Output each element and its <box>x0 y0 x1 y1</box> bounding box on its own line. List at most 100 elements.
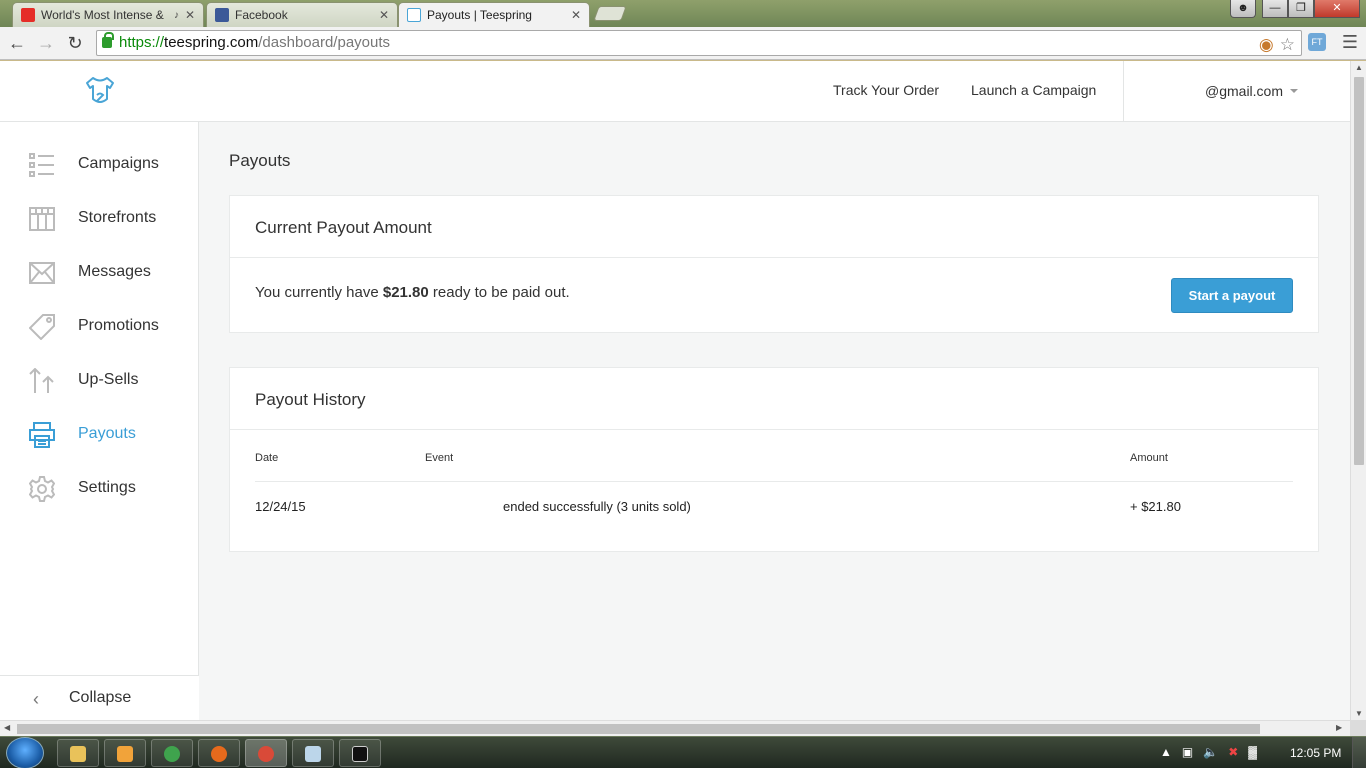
card-title: Payout History <box>255 390 366 409</box>
start-payout-button[interactable]: Start a payout <box>1171 278 1293 313</box>
volume-icon[interactable]: 🔈 <box>1203 745 1218 759</box>
sidebar: Campaigns Storefronts Messages Promotion… <box>0 122 199 720</box>
restore-button[interactable]: ❐ <box>1288 0 1314 18</box>
reload-icon[interactable]: ↻ <box>65 33 85 53</box>
chevron-left-icon: ‹ <box>33 689 39 709</box>
taskbar: ▲ ▣ 🔈 ✖ ▓ 12:05 PM <box>0 736 1366 768</box>
scroll-down-icon[interactable]: ▼ <box>1351 709 1366 718</box>
payout-history-card: Payout History Date Event Amount 12/24/1… <box>229 367 1319 552</box>
horizontal-scrollbar[interactable]: ◀ ▶ <box>0 720 1350 736</box>
extension-icon[interactable]: FT <box>1308 33 1326 51</box>
browser-menu-icon[interactable]: ☰ <box>1341 32 1359 53</box>
scroll-right-icon[interactable]: ▶ <box>1336 723 1342 732</box>
forward-icon[interactable]: → <box>36 33 56 53</box>
scrollbar-thumb[interactable] <box>17 724 1260 734</box>
payout-history-table: Date Event Amount 12/24/15 ended success… <box>230 430 1318 550</box>
taskbar-firefox[interactable] <box>198 739 240 767</box>
current-payout-card: Current Payout Amount You currently have… <box>229 195 1319 333</box>
show-desktop-button[interactable] <box>1352 737 1366 768</box>
browser-tab-facebook[interactable]: Facebook ✕ <box>206 2 398 27</box>
payout-text-after: ready to be paid out. <box>428 284 570 301</box>
user-icon[interactable]: ☻ <box>1230 0 1256 18</box>
sidebar-item-label: Messages <box>78 263 151 280</box>
close-tab-icon[interactable]: ✕ <box>183 8 197 22</box>
command-prompt-icon <box>352 746 368 762</box>
scroll-up-icon[interactable]: ▲ <box>1351 63 1366 72</box>
sidebar-item-label: Payouts <box>78 425 136 442</box>
taskbar-chrome[interactable] <box>151 739 193 767</box>
taskbar-cmd[interactable] <box>339 739 381 767</box>
sidebar-item-label: Campaigns <box>78 155 159 172</box>
payout-summary: You currently have $21.80 ready to be pa… <box>255 284 570 301</box>
taskbar-explorer[interactable] <box>57 739 99 767</box>
start-button[interactable] <box>6 737 44 768</box>
sidebar-item-campaigns[interactable]: Campaigns <box>0 144 198 184</box>
window-controls: ☻ — ❐ ✕ <box>1230 0 1360 18</box>
row-event: ended successfully (3 units sold) <box>503 499 691 514</box>
payout-amount: $21.80 <box>382 284 429 301</box>
chevron-down-icon[interactable] <box>1290 89 1298 93</box>
close-tab-icon[interactable]: ✕ <box>569 8 583 22</box>
row-amount: + $21.80 <box>1130 499 1181 514</box>
taskbar-chrome-active[interactable] <box>245 739 287 767</box>
tab-title: Facebook <box>235 8 288 22</box>
taskbar-clock[interactable]: 12:05 PM <box>1290 746 1341 760</box>
minimize-button[interactable]: — <box>1262 0 1288 18</box>
sidebar-item-upsells[interactable]: Up-Sells <box>0 360 198 400</box>
browser-toolbar: ← → ↻ https://teespring.com/dashboard/pa… <box>0 27 1366 60</box>
sidebar-item-storefronts[interactable]: Storefronts <box>0 198 198 238</box>
close-window-button[interactable]: ✕ <box>1314 0 1360 18</box>
taskbar-notepad[interactable] <box>292 739 334 767</box>
launch-campaign-link[interactable]: Launch a Campaign <box>971 82 1096 98</box>
track-order-link[interactable]: Track Your Order <box>833 82 939 98</box>
teespring-logo-icon[interactable] <box>84 75 116 109</box>
url-scheme: https:// <box>119 34 165 51</box>
taskbar-media-player[interactable] <box>104 739 146 767</box>
back-icon[interactable]: ← <box>7 33 27 53</box>
payouts-icon <box>29 422 55 448</box>
card-header: Payout History <box>230 368 1318 430</box>
sidebar-item-label: Storefronts <box>78 209 157 226</box>
tray-expand-icon[interactable]: ▲ <box>1160 745 1172 759</box>
tab-title: World's Most Intense & <box>41 8 164 22</box>
card-header: Current Payout Amount <box>230 196 1318 258</box>
vertical-scrollbar[interactable]: ▲ ▼ <box>1350 61 1366 720</box>
storefront-icon <box>29 207 55 231</box>
current-payout-body: You currently have $21.80 ready to be pa… <box>230 258 1318 333</box>
media-player-icon <box>117 746 133 762</box>
column-header-amount: Amount <box>1130 452 1168 464</box>
chrome-icon <box>258 746 274 762</box>
close-tab-icon[interactable]: ✕ <box>377 8 391 22</box>
new-tab-button[interactable] <box>593 6 627 21</box>
chrome-icon <box>164 746 180 762</box>
sidebar-item-promotions[interactable]: Promotions <box>0 306 198 346</box>
payout-text-before: You currently have <box>255 284 383 301</box>
collapse-button[interactable]: ‹ Collapse <box>0 675 199 720</box>
envelope-icon <box>29 262 55 284</box>
network-error-icon[interactable]: ✖ <box>1228 745 1238 759</box>
signal-icon[interactable]: ▓ <box>1248 745 1257 759</box>
site-header: Track Your Order Launch a Campaign @gmai… <box>0 61 1350 122</box>
bookmark-star-icon[interactable]: ☆ <box>1280 33 1295 57</box>
url-host: teespring.com <box>164 34 259 51</box>
column-header-event: Event <box>425 452 454 464</box>
scrollbar-thumb[interactable] <box>1354 77 1364 465</box>
lock-icon <box>102 32 114 48</box>
scroll-left-icon[interactable]: ◀ <box>4 723 10 732</box>
sidebar-item-payouts[interactable]: Payouts <box>0 414 198 454</box>
browser-tab-teespring[interactable]: Payouts | Teespring ✕ <box>398 2 590 27</box>
sidebar-item-settings[interactable]: Settings <box>0 468 198 508</box>
address-bar[interactable]: https://teespring.com/dashboard/payouts … <box>96 30 1302 56</box>
tray-device-icon[interactable]: ▣ <box>1182 745 1193 759</box>
browser-tab-youtube[interactable]: World's Most Intense & ♪ ✕ <box>12 2 204 27</box>
sidebar-item-label: Up-Sells <box>78 371 139 388</box>
blocked-plugin-icon[interactable]: ◉ <box>1259 33 1274 57</box>
collapse-label: Collapse <box>69 689 132 706</box>
gear-icon <box>29 476 55 502</box>
youtube-icon <box>21 8 35 22</box>
sidebar-item-messages[interactable]: Messages <box>0 252 198 292</box>
firefox-icon <box>211 746 227 762</box>
account-menu[interactable]: @gmail.com <box>1205 83 1283 99</box>
page-viewport: Track Your Order Launch a Campaign @gmai… <box>0 61 1350 720</box>
sidebar-item-label: Settings <box>78 479 136 496</box>
